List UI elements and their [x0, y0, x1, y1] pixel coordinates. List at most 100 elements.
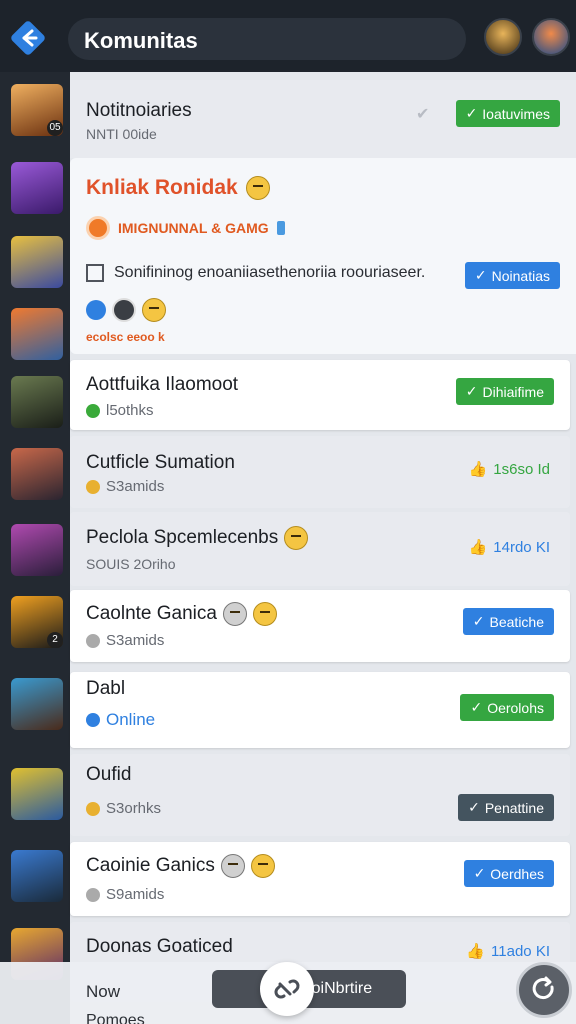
badge-icon: [276, 221, 285, 235]
game-avatar-9[interactable]: [11, 678, 63, 730]
check-icon: ✓: [472, 613, 485, 629]
list-item[interactable]: Aottfuika Ilaomoot l5othks ✓ Dihiaifime: [70, 360, 570, 430]
game-avatar-6[interactable]: [11, 448, 63, 500]
game-avatar-11[interactable]: [11, 850, 63, 902]
featured-action-button[interactable]: ✓ Noinatias: [464, 262, 560, 289]
community-rail: 05 2: [0, 72, 70, 1024]
location-icon: [86, 887, 100, 902]
notice-title: Notitnoiaries: [86, 100, 192, 121]
check-icon: ✓: [470, 699, 483, 715]
item-title: Cutficle Sumation: [86, 452, 235, 473]
game-avatar-7[interactable]: [11, 524, 63, 576]
checkbox[interactable]: [86, 264, 104, 282]
list-item[interactable]: Cutficle Sumation S3amids 👍 1s6so Id: [70, 436, 570, 508]
smile-emoji-icon: [245, 176, 270, 200]
item-title: Caoinie Ganics: [86, 855, 215, 876]
item-stat-value: 1s6so Id: [493, 460, 550, 478]
member-avatar[interactable]: [112, 298, 136, 322]
location-icon: [86, 633, 100, 648]
item-subtitle: S3amids: [106, 478, 165, 495]
unlink-icon: [274, 979, 300, 999]
notice-action-button[interactable]: ✓ Ioatuvimes: [455, 100, 560, 127]
item-action-button[interactable]: ✓ Oerdhes: [463, 860, 554, 887]
checkmark-icon: ✔: [416, 106, 430, 123]
refresh-fab[interactable]: [516, 962, 572, 1018]
game-avatar-8[interactable]: 2: [11, 596, 63, 648]
item-stat-value: 14rdo KI: [493, 538, 550, 556]
item-action-label: Oerdhes: [490, 865, 544, 882]
item-subtitle: SOUIS 2Oriho: [86, 556, 176, 572]
coin-icon: [86, 801, 100, 816]
now-label: Now: [86, 982, 121, 1001]
user-avatar-1[interactable]: [484, 18, 522, 56]
item-stat[interactable]: 👍 1s6so Id: [468, 460, 550, 479]
item-stat[interactable]: 👍 11ado KI: [466, 942, 550, 961]
arrow-left-icon: [11, 21, 45, 55]
check-icon: ✓: [473, 865, 486, 881]
user-avatar-2[interactable]: [532, 18, 570, 56]
grin-emoji-icon: [252, 602, 277, 626]
grin-emoji-icon: [250, 854, 275, 878]
page-title: Komunitas: [84, 28, 198, 53]
bottom-tip: Pomoes: [86, 1012, 145, 1024]
top-bar: Komunitas: [0, 0, 576, 72]
item-action-button[interactable]: ✓ Oerolohs: [460, 694, 554, 721]
coin-icon: [86, 479, 100, 494]
check-icon: ✓: [474, 267, 487, 283]
brand-logo-icon: [86, 216, 110, 240]
item-action-label: Beatiche: [489, 613, 544, 630]
item-subtitle: S9amids: [106, 886, 165, 903]
refresh-icon: [532, 976, 554, 1000]
item-title: Doonas Goaticed: [86, 936, 233, 957]
thumbs-up-icon: 👍: [468, 539, 488, 556]
thumbs-up-icon: 👍: [466, 943, 486, 960]
featured-description: Sonifininog enoaniiasethenoriia roourias…: [114, 264, 426, 281]
share-icon[interactable]: [86, 300, 106, 320]
featured-card[interactable]: Knliak Ronidak IMIGNUNNAL & GAMG Sonifin…: [70, 158, 576, 354]
item-action-label: Penattine: [484, 799, 544, 816]
item-action-button[interactable]: ✓ Beatiche: [462, 608, 554, 635]
game-avatar-5[interactable]: [11, 376, 63, 428]
game-avatar-1[interactable]: 05: [11, 84, 63, 136]
item-title: Caolnte Ganica: [86, 603, 217, 624]
notice-action-label: Ioatuvimes: [482, 105, 550, 122]
check-icon: ✓: [468, 799, 480, 815]
game-avatar-4[interactable]: [11, 308, 63, 360]
featured-footer: ecolsc eeoo k: [86, 330, 165, 344]
back-button[interactable]: [10, 20, 46, 56]
item-action-button[interactable]: ✓ Dihiaifime: [455, 378, 554, 405]
check-icon: ✓: [465, 105, 478, 121]
game-avatar-3[interactable]: [11, 236, 63, 288]
unlink-button[interactable]: [260, 962, 314, 1016]
item-title: Oufid: [86, 764, 132, 785]
list-item[interactable]: Caolnte Ganica S3amids ✓ Beatiche: [70, 590, 570, 662]
list-item[interactable]: Peclola Spcemlecenbs SOUIS 2Oriho 👍 14rd…: [70, 512, 570, 586]
thumbs-up-icon: 👍: [468, 461, 488, 478]
list-item[interactable]: Oufid S3orhks ✓ Penattine: [70, 754, 570, 836]
skull-emoji-icon: [220, 854, 245, 878]
list-item[interactable]: Caoinie Ganics S9amids ✓ Oerdhes: [70, 842, 570, 916]
game-avatar-10[interactable]: [11, 768, 63, 820]
item-stat-value: 11ado KI: [491, 942, 550, 960]
item-title: Peclola Spcemlecenbs: [86, 527, 279, 548]
game-avatar-2[interactable]: [11, 162, 63, 214]
notice-subtitle: NNTI 00ide: [86, 126, 157, 142]
item-stat[interactable]: 👍 14rdo KI: [468, 538, 550, 557]
rail-badge: 05: [47, 120, 63, 136]
featured-action-label: Noinatias: [491, 267, 550, 284]
wink-emoji-icon: [284, 526, 309, 550]
featured-title: Knliak Ronidak: [86, 176, 238, 199]
title-pill[interactable]: Komunitas: [68, 18, 466, 60]
list-item[interactable]: Dabl Online ✓ Oerolohs: [70, 672, 570, 748]
item-subtitle: l5othks: [106, 402, 154, 419]
happy-emoji-icon: [142, 298, 166, 322]
bottom-bar: Now Pomoes Dem CoiNbrtire: [0, 962, 576, 1024]
item-subtitle: Online: [106, 710, 156, 729]
item-action-button[interactable]: ✓ Penattine: [458, 794, 554, 821]
featured-tag: IMIGNUNNAL & GAMG: [118, 220, 269, 236]
notice-row[interactable]: Notitnoiaries NNTI 00ide ✔ ✓ Ioatuvimes: [70, 80, 576, 158]
item-action-label: Oerolohs: [487, 699, 544, 716]
skull-emoji-icon: [222, 602, 247, 626]
online-dot-icon: [86, 403, 100, 418]
item-subtitle: S3amids: [106, 632, 165, 649]
